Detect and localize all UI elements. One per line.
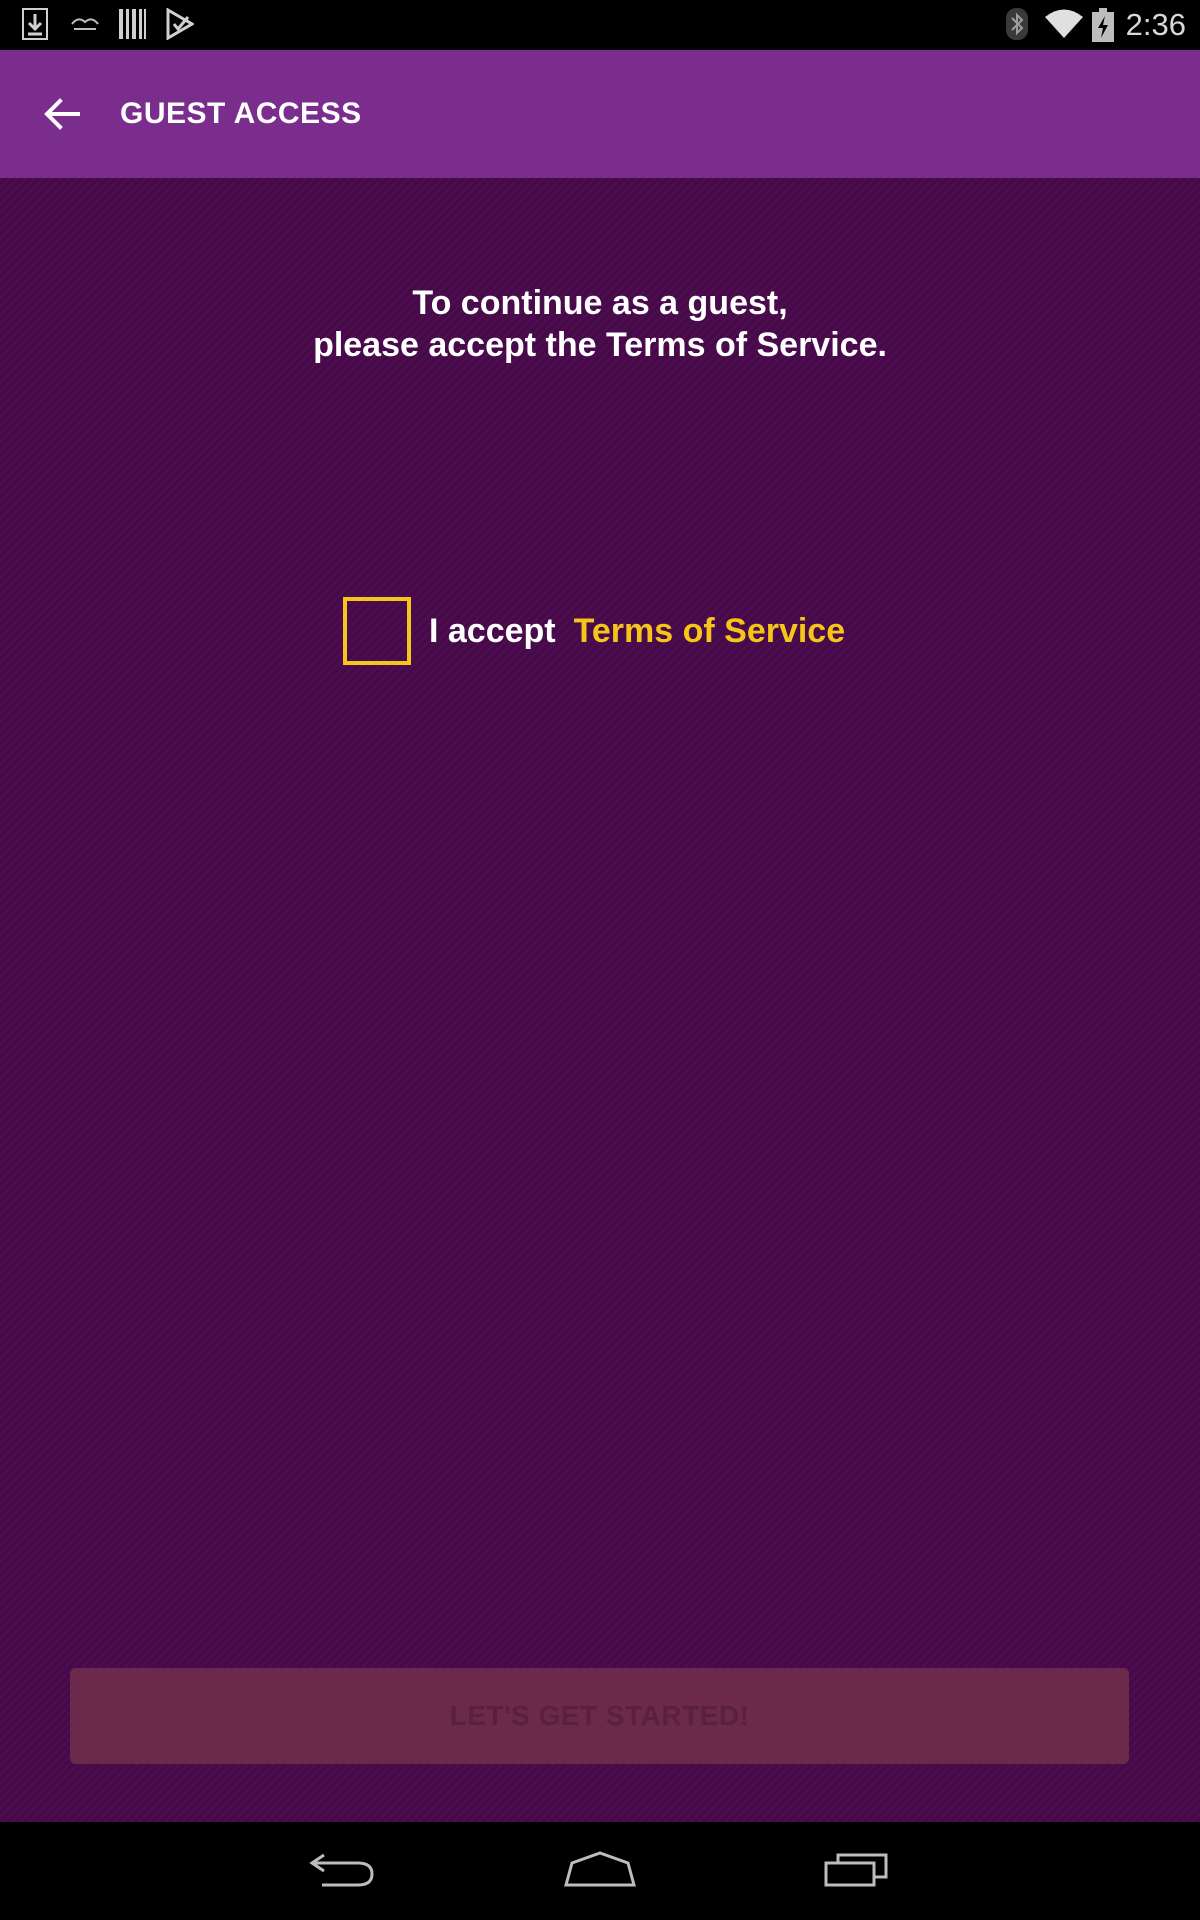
- recents-nav-icon: [822, 1849, 892, 1894]
- nav-recents-button[interactable]: [802, 1836, 912, 1906]
- terms-checkbox[interactable]: [343, 597, 411, 665]
- bluetooth-icon: [1006, 8, 1028, 45]
- wifi-icon: [1044, 8, 1084, 45]
- back-nav-icon: [308, 1849, 378, 1894]
- screen: 2:36 GUEST ACCESS To continue as a guest…: [0, 0, 1200, 1920]
- nav-back-button[interactable]: [288, 1836, 398, 1906]
- arrow-back-icon: [44, 97, 80, 135]
- status-bar: 2:36: [0, 0, 1200, 50]
- notification-app-icon: [70, 14, 100, 39]
- terms-of-service-link[interactable]: Terms of Service: [574, 612, 846, 651]
- content-area: To continue as a guest, please accept th…: [0, 178, 1200, 1822]
- app-bar: GUEST ACCESS: [0, 50, 1200, 178]
- home-nav-icon: [562, 1849, 638, 1894]
- get-started-label: LET'S GET STARTED!: [449, 1700, 750, 1731]
- nav-home-button[interactable]: [545, 1836, 655, 1906]
- accept-label: I accept: [429, 611, 556, 650]
- intro-line-2: please accept the Terms of Service.: [313, 326, 887, 364]
- navigation-bar: [0, 1822, 1200, 1920]
- back-button[interactable]: [30, 84, 94, 148]
- download-icon: [22, 8, 48, 45]
- intro-line-1: To continue as a guest,: [412, 284, 788, 322]
- accept-terms-row: I accept Terms of Service: [343, 593, 845, 669]
- intro-text: To continue as a guest, please accept th…: [0, 282, 1200, 366]
- status-time: 2:36: [1125, 7, 1186, 42]
- battery-charging-icon: [1092, 8, 1114, 47]
- page-title: GUEST ACCESS: [120, 97, 362, 130]
- play-store-icon: [166, 7, 195, 45]
- barcode-icon: [118, 8, 146, 45]
- get-started-button[interactable]: LET'S GET STARTED!: [70, 1668, 1129, 1764]
